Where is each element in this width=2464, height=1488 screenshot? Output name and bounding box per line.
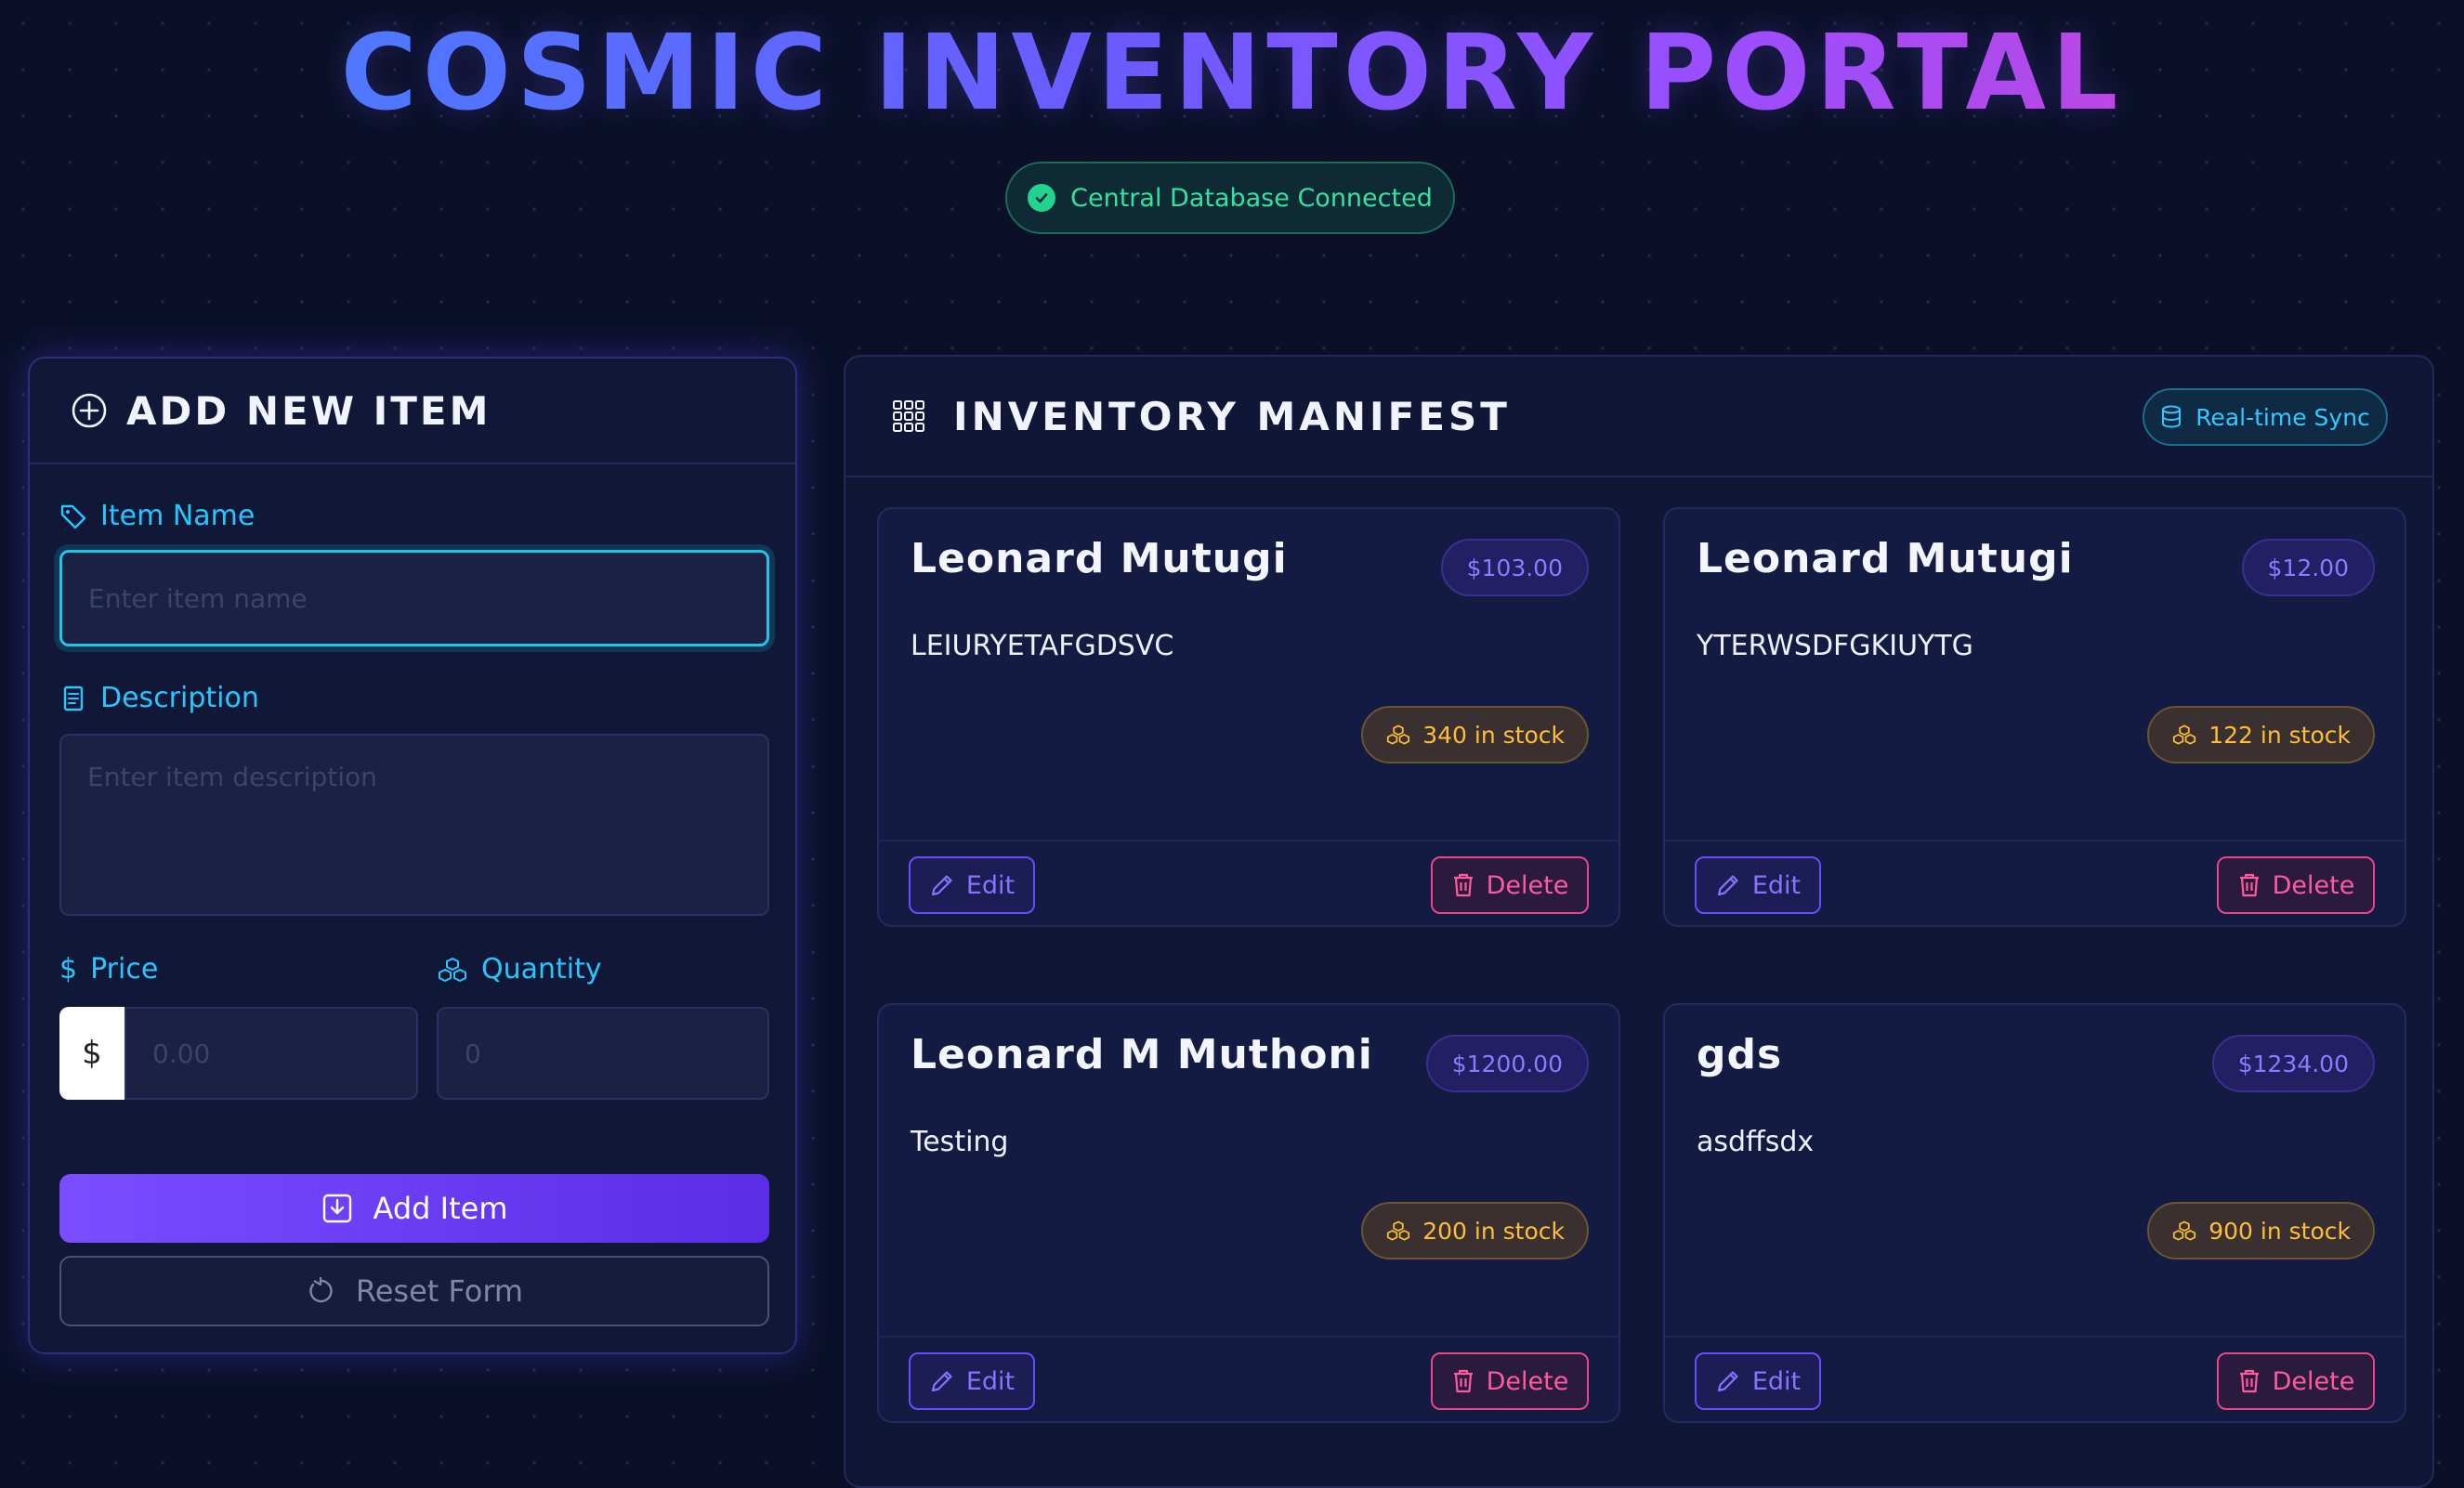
inventory-title: INVENTORY MANIFEST (953, 393, 1511, 439)
add-item-button[interactable]: Add Item (59, 1174, 769, 1243)
item-name: Leonard M Muthoni (911, 1031, 1373, 1078)
download-box-icon (321, 1193, 353, 1224)
boxes-icon (1385, 1220, 1411, 1242)
inventory-card: gds $1234.00 asdffsdx 900 in stock Edit … (1663, 1003, 2406, 1423)
price-input[interactable]: 0.00 (125, 1007, 418, 1100)
description-textarea[interactable]: Enter item description (59, 734, 769, 916)
item-name: Leonard Mutugi (911, 535, 1288, 582)
inventory-card: Leonard Mutugi $103.00 LEIURYETAFGDSVC 3… (877, 507, 1620, 927)
card-divider (879, 1336, 1619, 1338)
add-item-header: ADD NEW ITEM (30, 359, 795, 464)
trash-icon (2237, 872, 2261, 898)
item-name: Leonard Mutugi (1697, 535, 2074, 582)
card-divider (879, 840, 1619, 842)
check-circle-icon (1028, 184, 1056, 212)
quantity-label: Quantity (437, 953, 602, 985)
delete-button[interactable]: Delete (1431, 856, 1589, 914)
price-badge: $12.00 (2241, 539, 2375, 596)
edit-button[interactable]: Edit (909, 1352, 1035, 1410)
delete-button[interactable]: Delete (2217, 856, 2375, 914)
connection-status-text: Central Database Connected (1070, 183, 1433, 213)
pencil-icon (1715, 1368, 1741, 1394)
boxes-icon (2171, 724, 2197, 746)
pencil-icon (929, 1368, 955, 1394)
delete-button[interactable]: Delete (2217, 1352, 2375, 1410)
dollar-icon: $ (59, 953, 78, 985)
document-icon (59, 685, 87, 712)
database-icon (2160, 405, 2182, 429)
add-item-title: ADD NEW ITEM (126, 387, 491, 434)
page-title: COSMIC INVENTORY PORTAL (0, 13, 2464, 134)
connection-status-badge: Central Database Connected (1005, 162, 1455, 234)
pencil-icon (1715, 872, 1741, 898)
stock-badge: 122 in stock (2147, 706, 2375, 764)
quantity-input[interactable]: 0 (437, 1007, 769, 1100)
inventory-header: INVENTORY MANIFEST Real-time Sync (845, 357, 2432, 477)
price-label: $ Price (59, 953, 159, 985)
boxes-icon (2171, 1220, 2197, 1242)
card-divider (1665, 1336, 2405, 1338)
grid-icon (892, 399, 925, 433)
item-description: YTERWSDFGKIUYTG (1697, 630, 1973, 662)
delete-button[interactable]: Delete (1431, 1352, 1589, 1410)
inventory-panel: INVENTORY MANIFEST Real-time Sync Leonar… (844, 355, 2434, 1488)
item-name: gds (1697, 1031, 1783, 1078)
reset-icon (306, 1276, 335, 1306)
edit-button[interactable]: Edit (1695, 856, 1821, 914)
price-badge: $103.00 (1440, 539, 1589, 596)
price-badge: $1234.00 (2211, 1035, 2375, 1092)
reset-form-button[interactable]: Reset Form (59, 1256, 769, 1326)
item-description: Testing (911, 1126, 1009, 1158)
realtime-sync-badge: Real-time Sync (2143, 388, 2388, 446)
stock-badge: 340 in stock (1361, 706, 1589, 764)
inventory-card: Leonard M Muthoni $1200.00 Testing 200 i… (877, 1003, 1620, 1423)
item-description: asdffsdx (1697, 1126, 1815, 1158)
trash-icon (2237, 1368, 2261, 1394)
price-badge: $1200.00 (1425, 1035, 1589, 1092)
boxes-icon (1385, 724, 1411, 746)
item-name-label: Item Name (59, 500, 255, 532)
stock-badge: 200 in stock (1361, 1202, 1589, 1260)
edit-button[interactable]: Edit (909, 856, 1035, 914)
item-description: LEIURYETAFGDSVC (911, 630, 1174, 662)
stock-badge: 900 in stock (2147, 1202, 2375, 1260)
plus-circle-icon (71, 392, 108, 429)
trash-icon (1451, 1368, 1475, 1394)
pencil-icon (929, 872, 955, 898)
card-divider (1665, 840, 2405, 842)
tag-icon (59, 503, 87, 530)
boxes-icon (437, 956, 468, 984)
inventory-card: Leonard Mutugi $12.00 YTERWSDFGKIUYTG 12… (1663, 507, 2406, 927)
add-item-panel: ADD NEW ITEM Item Name Enter item name D… (28, 357, 797, 1354)
edit-button[interactable]: Edit (1695, 1352, 1821, 1410)
trash-icon (1451, 872, 1475, 898)
price-currency-prefix: $ (59, 1007, 125, 1100)
description-label: Description (59, 682, 259, 714)
item-name-input[interactable]: Enter item name (59, 550, 769, 646)
